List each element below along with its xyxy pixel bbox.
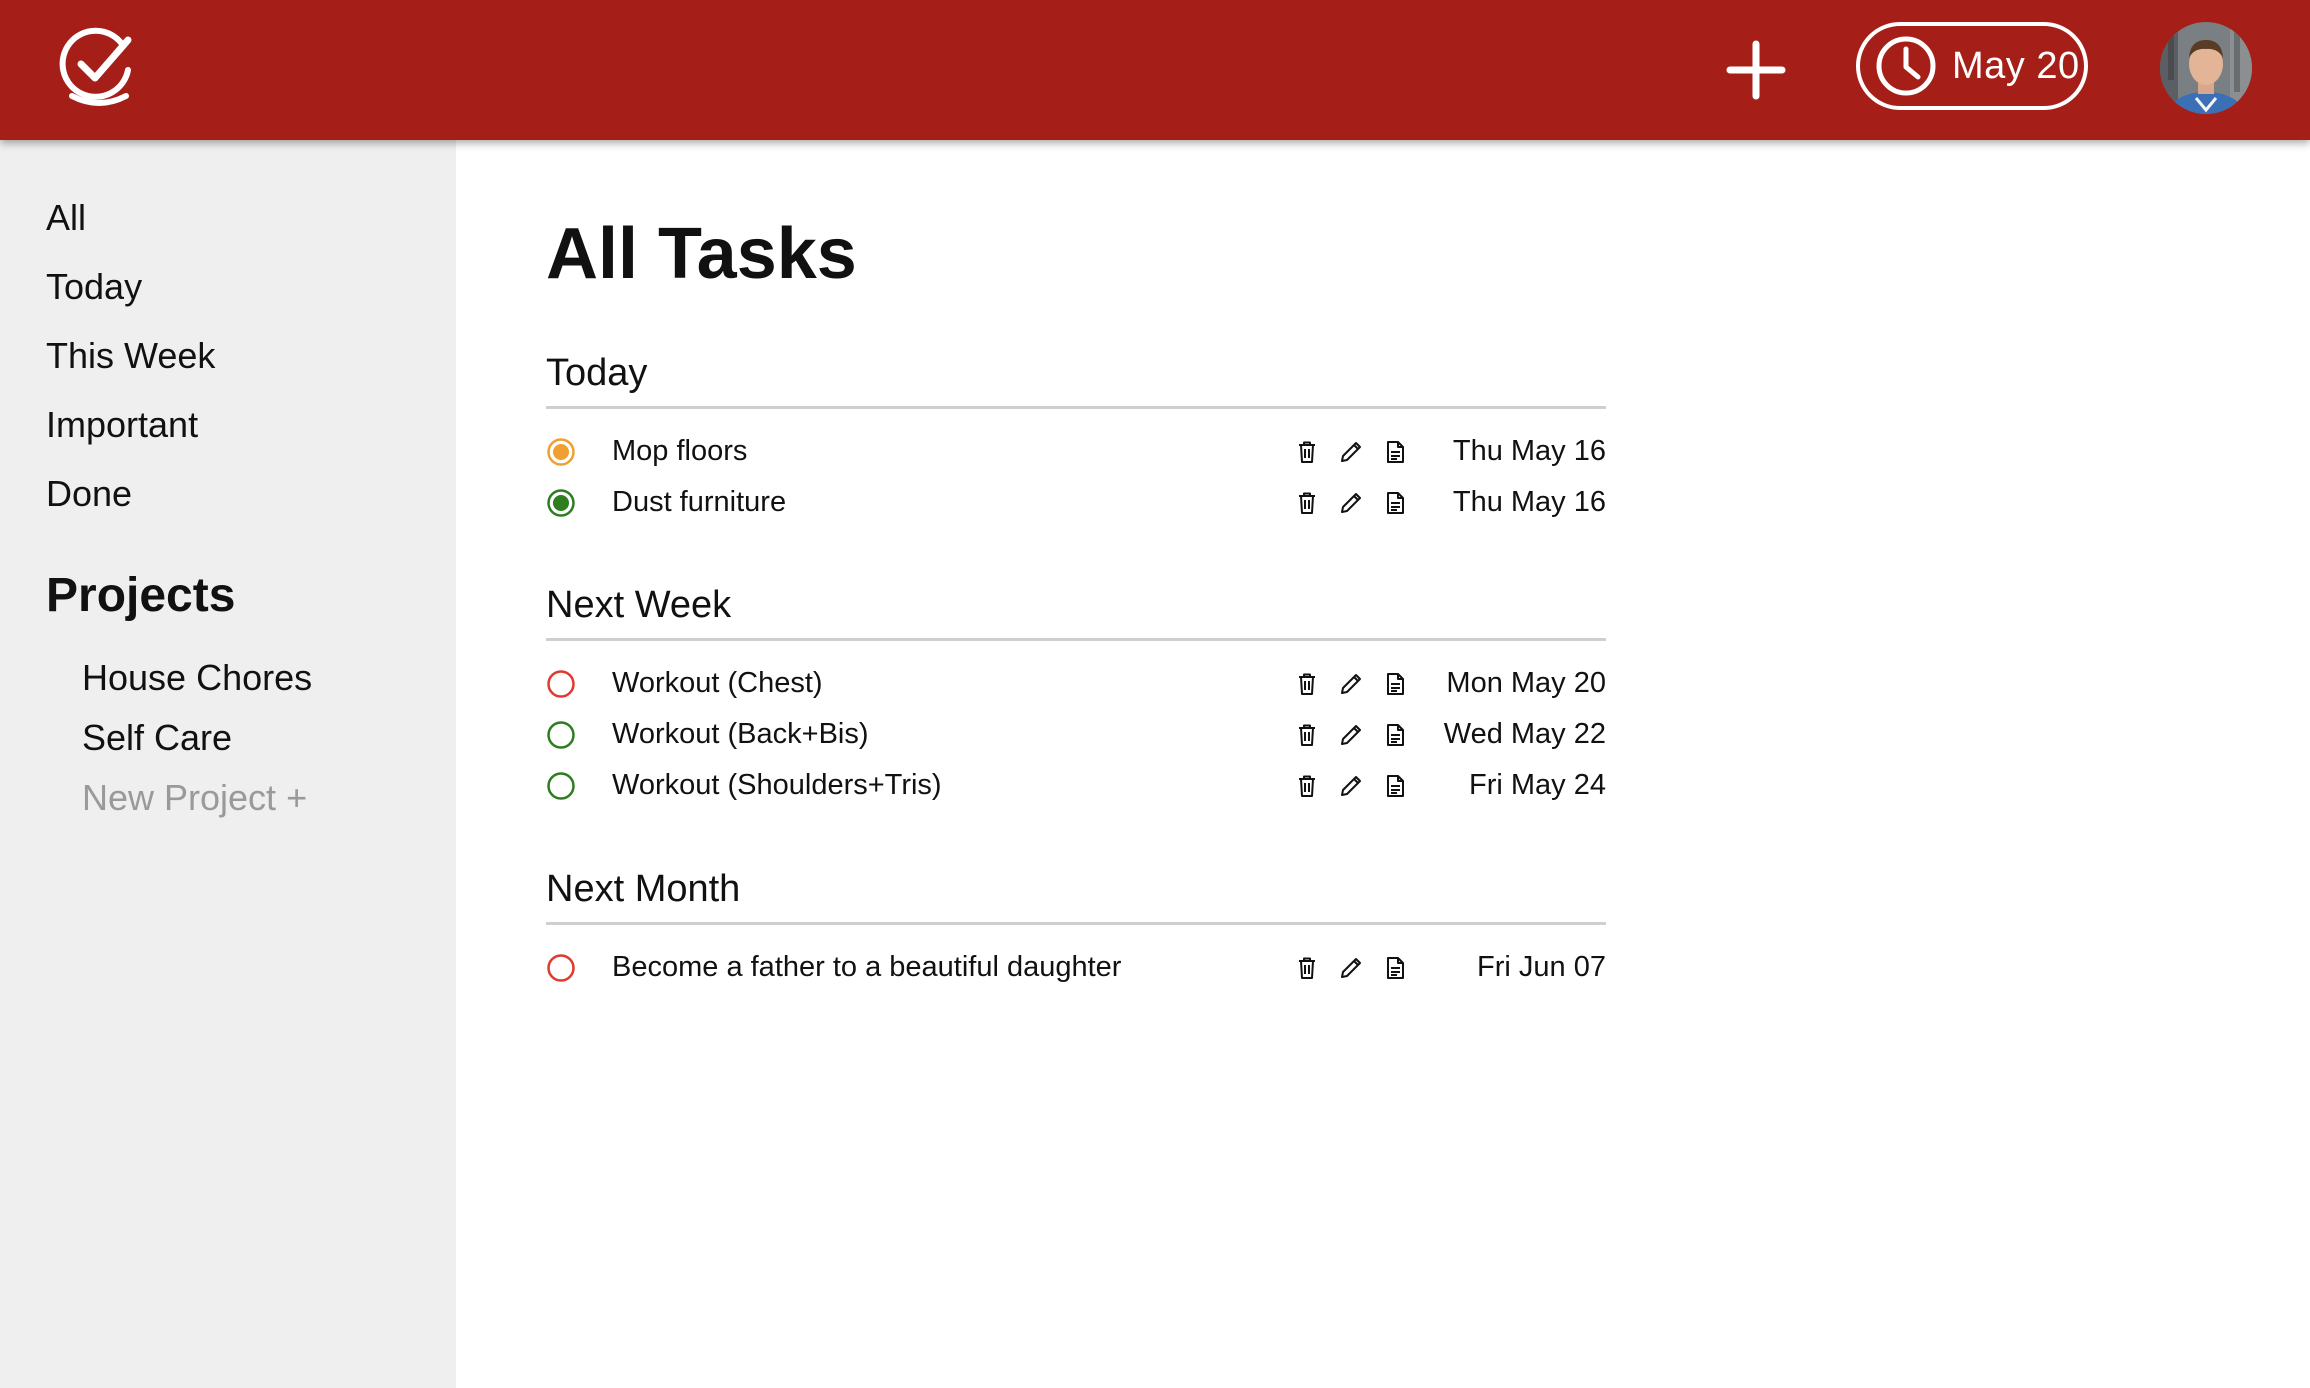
task-title[interactable]: Workout (Chest) bbox=[612, 669, 823, 698]
section-title: Next Month bbox=[546, 870, 1606, 925]
sidebar: All Today This Week Important Done Proje… bbox=[0, 140, 456, 1388]
user-photo bbox=[2160, 22, 2252, 114]
pencil-icon[interactable] bbox=[1338, 439, 1364, 465]
task-title[interactable]: Dust furniture bbox=[612, 488, 786, 517]
trash-icon[interactable] bbox=[1294, 490, 1320, 516]
document-icon[interactable] bbox=[1382, 955, 1408, 981]
clock-icon bbox=[1876, 36, 1936, 96]
document-icon[interactable] bbox=[1382, 722, 1408, 748]
task-row: Workout (Chest) Mon May 20 bbox=[546, 658, 1606, 709]
check-circle-logo-icon[interactable] bbox=[54, 22, 144, 112]
task-due-date: Thu May 16 bbox=[1452, 435, 1606, 467]
task-title[interactable]: Workout (Shoulders+Tris) bbox=[612, 771, 942, 800]
task-due-date: Wed May 22 bbox=[1443, 718, 1606, 750]
task-section-next-week: Next Week Workout (Chest) Mon May 20 Wor… bbox=[546, 586, 1606, 811]
status-circle-icon[interactable] bbox=[546, 953, 576, 983]
task-row: Dust furniture Thu May 16 bbox=[546, 477, 1606, 528]
pencil-icon[interactable] bbox=[1338, 773, 1364, 799]
projects-heading: Projects bbox=[46, 569, 236, 622]
trash-icon[interactable] bbox=[1294, 955, 1320, 981]
pencil-icon[interactable] bbox=[1338, 955, 1364, 981]
trash-icon[interactable] bbox=[1294, 773, 1320, 799]
pencil-icon[interactable] bbox=[1338, 722, 1364, 748]
main-content: All Tasks Today Mop floors Thu May 16 Du… bbox=[456, 140, 2310, 1388]
task-row: Workout (Back+Bis) Wed May 22 bbox=[546, 709, 1606, 760]
section-title: Today bbox=[546, 354, 1606, 409]
document-icon[interactable] bbox=[1382, 490, 1408, 516]
task-row: Workout (Shoulders+Tris) Fri May 24 bbox=[546, 760, 1606, 811]
task-title[interactable]: Workout (Back+Bis) bbox=[612, 720, 869, 749]
task-title[interactable]: Become a father to a beautiful daughter bbox=[612, 953, 1121, 982]
task-due-date: Thu May 16 bbox=[1452, 486, 1606, 518]
trash-icon[interactable] bbox=[1294, 722, 1320, 748]
sidebar-item-done[interactable]: Done bbox=[46, 476, 132, 512]
task-section-today: Today Mop floors Thu May 16 Dust furnitu… bbox=[546, 354, 1606, 528]
status-circle-icon[interactable] bbox=[546, 669, 576, 699]
add-task-button[interactable]: + bbox=[1722, 36, 1790, 104]
project-item-house-chores[interactable]: House Chores bbox=[82, 660, 312, 696]
sidebar-item-today[interactable]: Today bbox=[46, 269, 142, 305]
date-picker-button[interactable]: May 20 bbox=[1856, 22, 2088, 110]
task-row: Become a father to a beautiful daughter … bbox=[546, 942, 1606, 993]
current-date-label: May 20 bbox=[1952, 44, 2080, 87]
task-section-next-month: Next Month Become a father to a beautifu… bbox=[546, 870, 1606, 993]
task-row: Mop floors Thu May 16 bbox=[546, 426, 1606, 477]
page-title: All Tasks bbox=[546, 214, 857, 294]
document-icon[interactable] bbox=[1382, 439, 1408, 465]
pencil-icon[interactable] bbox=[1338, 490, 1364, 516]
new-project-button[interactable]: New Project + bbox=[82, 780, 307, 816]
task-due-date: Fri Jun 07 bbox=[1477, 951, 1606, 983]
trash-icon[interactable] bbox=[1294, 671, 1320, 697]
sidebar-item-this-week[interactable]: This Week bbox=[46, 338, 215, 374]
app-header: + May 20 bbox=[0, 0, 2310, 140]
status-circle-icon[interactable] bbox=[546, 488, 576, 518]
task-title[interactable]: Mop floors bbox=[612, 437, 747, 466]
sidebar-item-all[interactable]: All bbox=[46, 200, 86, 236]
task-due-date: Fri May 24 bbox=[1469, 769, 1606, 801]
section-title: Next Week bbox=[546, 586, 1606, 641]
document-icon[interactable] bbox=[1382, 773, 1408, 799]
project-item-self-care[interactable]: Self Care bbox=[82, 720, 232, 756]
status-circle-icon[interactable] bbox=[546, 437, 576, 467]
document-icon[interactable] bbox=[1382, 671, 1408, 697]
trash-icon[interactable] bbox=[1294, 439, 1320, 465]
user-avatar[interactable] bbox=[2160, 22, 2252, 114]
pencil-icon[interactable] bbox=[1338, 671, 1364, 697]
status-circle-icon[interactable] bbox=[546, 771, 576, 801]
task-due-date: Mon May 20 bbox=[1446, 667, 1606, 699]
sidebar-item-important[interactable]: Important bbox=[46, 407, 198, 443]
status-circle-icon[interactable] bbox=[546, 720, 576, 750]
